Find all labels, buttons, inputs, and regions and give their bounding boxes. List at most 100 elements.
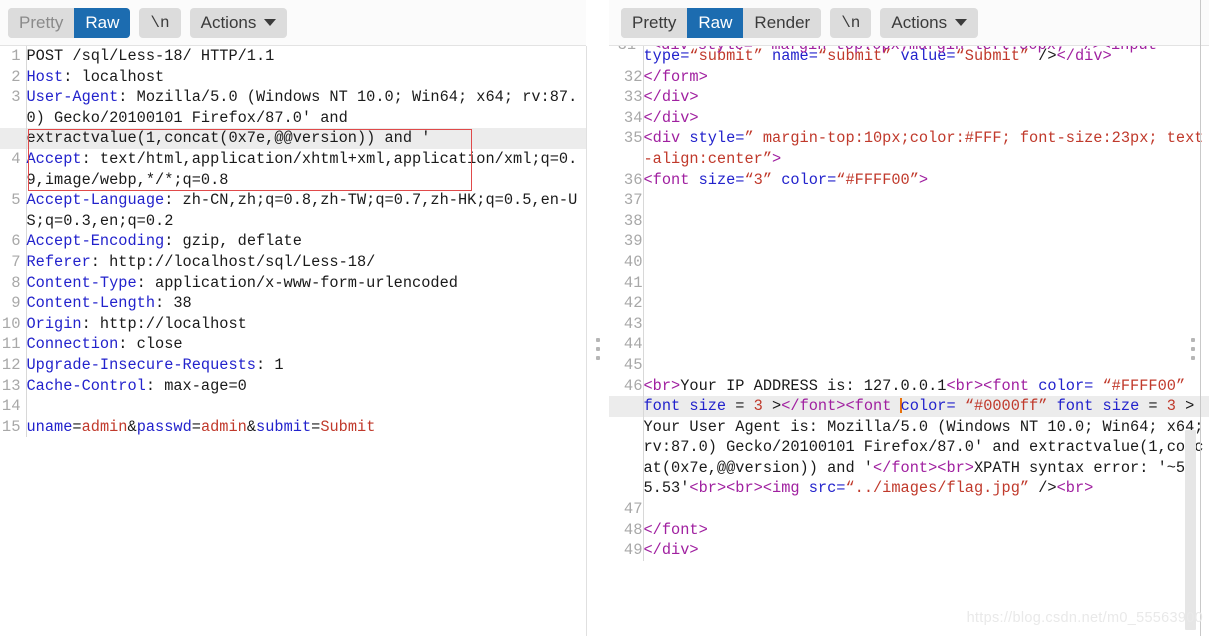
code-line-content[interactable] [643, 273, 1209, 294]
code-line[interactable]: 11 Connection: close [0, 334, 586, 355]
code-line-content[interactable] [643, 334, 1209, 355]
code-line-content[interactable] [643, 293, 1209, 314]
code-line-content[interactable]: </form> [643, 67, 1209, 88]
code-token: passwd [136, 417, 192, 436]
code-token: “#FFFF00” [836, 170, 919, 189]
code-line-content[interactable]: Host: localhost [26, 67, 586, 88]
code-line[interactable]: 35 <div style=” margin-top:10px;color:#FF… [609, 128, 1209, 170]
code-line-content[interactable]: <div style=” margin-top:10px;color:#FFF;… [643, 128, 1209, 169]
code-line-content[interactable]: Accept-Language: zh-CN,zh;q=0.8,zh-TW;q=… [26, 190, 586, 231]
code-line[interactable]: 48 </font> [609, 519, 1209, 541]
request-line-number: 13 [0, 375, 27, 397]
code-line[interactable]: 47 [609, 499, 1209, 520]
code-line[interactable]: 40 [609, 251, 1209, 273]
code-line[interactable]: 42 [609, 293, 1209, 314]
code-line-content[interactable]: Upgrade-Insecure-Requests: 1 [26, 355, 586, 376]
code-line-content[interactable] [643, 252, 1209, 273]
code-line-content[interactable] [643, 190, 1209, 211]
response-tab-pretty[interactable]: Pretty [621, 7, 688, 38]
code-line-content[interactable] [26, 396, 586, 417]
code-line-content[interactable]: </div> [643, 540, 1209, 561]
code-line-content[interactable]: <br>Your IP ADDRESS is: 127.0.0.1<br><fo… [643, 376, 1209, 397]
code-line-content[interactable]: Your User Agent is: Mozilla/5.0 (Windows… [643, 417, 1209, 499]
code-line-content[interactable]: Content-Type: application/x-www-form-url… [26, 273, 586, 294]
code-line[interactable]: 13 Cache-Control: max-age=0 [0, 375, 586, 397]
code-line[interactable]: 8 Content-Type: application/x-www-form-ur… [0, 272, 586, 294]
code-line-content[interactable] [643, 314, 1209, 335]
response-newline-button[interactable]: \n [830, 7, 872, 38]
code-line[interactable]: font size = 3 ></font><font color= “#000… [609, 396, 1209, 417]
code-line-content[interactable]: Connection: close [26, 334, 586, 355]
code-line[interactable]: 1 POST /sql/Less-18/ HTTP/1.1 [0, 46, 586, 67]
code-line-content[interactable]: <font size=“3” color=“#FFFF00”> [643, 170, 1209, 191]
request-line-number: 1 [0, 46, 27, 67]
code-line-content[interactable]: uname=admin&passwd=admin&submit=Submit [26, 417, 586, 438]
code-line-content[interactable]: </div> [643, 108, 1209, 129]
code-line[interactable]: 5 Accept-Language: zh-CN,zh;q=0.8,zh-TW;q… [0, 190, 586, 232]
code-line-content[interactable]: Origin: http://localhost [26, 314, 586, 335]
response-toolbar: Pretty Raw Render \n Actions [609, 0, 1209, 46]
code-token: Accept-Language [26, 191, 165, 210]
request-tab-raw[interactable]: Raw [74, 7, 131, 38]
code-line-content[interactable] [643, 355, 1209, 376]
code-line-content[interactable] [643, 499, 1209, 520]
code-line-content[interactable] [643, 211, 1209, 232]
code-token: “#0000ff” [955, 397, 1048, 416]
code-line[interactable]: 15 uname=admin&passwd=admin&submit=Submit [0, 416, 586, 438]
request-tab-pretty[interactable]: Pretty [8, 7, 75, 38]
code-line[interactable]: 34 </div> [609, 107, 1209, 129]
code-line[interactable]: extractvalue(1,concat(0x7e,@@version)) a… [0, 128, 586, 149]
code-line[interactable]: 37 [609, 190, 1209, 211]
code-line-content[interactable]: Accept-Encoding: gzip, deflate [26, 231, 586, 252]
response-tab-raw[interactable]: Raw [687, 7, 744, 38]
code-line-content[interactable]: extractvalue(1,concat(0x7e,@@version)) a… [26, 128, 586, 149]
code-line-content[interactable]: Referer: http://localhost/sql/Less-18/ [26, 252, 586, 273]
right-edge-drag-handle[interactable] [1190, 338, 1196, 360]
response-panel: Pretty Raw Render \n Actions 31 <div styl… [609, 0, 1209, 636]
code-line[interactable]: 44 [609, 334, 1209, 355]
splitter-drag-handle[interactable] [595, 338, 601, 360]
code-token: Upgrade-Insecure-Requests [26, 355, 257, 374]
code-line[interactable]: 2 Host: localhost [0, 66, 586, 88]
request-editor[interactable]: 1 POST /sql/Less-18/ HTTP/1.1 2 Host: local… [0, 46, 586, 636]
code-token: POST /sql/Less-18/ HTTP/1.1 [26, 47, 275, 65]
code-line[interactable]: 12 Upgrade-Insecure-Requests: 1 [0, 354, 586, 376]
code-line-content[interactable]: Cache-Control: max-age=0 [26, 376, 586, 397]
request-newline-button[interactable]: \n [139, 7, 181, 38]
code-line[interactable]: 41 [609, 272, 1209, 294]
panel-splitter[interactable] [586, 0, 609, 636]
request-actions-button[interactable]: Actions [189, 7, 288, 38]
response-tab-render[interactable]: Render [743, 7, 822, 38]
code-line[interactable]: 43 [609, 313, 1209, 335]
code-line[interactable]: 49 </div> [609, 540, 1209, 561]
response-actions-button[interactable]: Actions [880, 7, 979, 38]
code-token: > [918, 170, 929, 189]
code-line[interactable]: 32 </form> [609, 66, 1209, 88]
code-line-content[interactable]: font size = 3 ></font><font color= “#000… [643, 396, 1209, 417]
code-line[interactable]: 39 [609, 231, 1209, 252]
code-line[interactable]: 9 Content-Length: 38 [0, 293, 586, 314]
code-line[interactable]: 36 <font size=“3” color=“#FFFF00”> [609, 169, 1209, 191]
response-editor[interactable]: type=“submit” name=“submit” value=“Submi… [609, 46, 1209, 636]
code-line[interactable]: 14 [0, 396, 586, 417]
code-line-content[interactable]: POST /sql/Less-18/ HTTP/1.1 [26, 46, 586, 67]
code-line[interactable]: Your User Agent is: Mozilla/5.0 (Windows… [609, 416, 1209, 500]
code-line-content[interactable] [643, 231, 1209, 252]
code-line[interactable]: 38 [609, 210, 1209, 232]
code-line-content[interactable]: Accept: text/html,application/xhtml+xml,… [26, 149, 586, 190]
code-line[interactable]: 45 [609, 354, 1209, 376]
code-line-content[interactable]: Content-Length: 38 [26, 293, 586, 314]
code-line-content[interactable]: </div> [643, 87, 1209, 108]
code-line[interactable]: 33 </div> [609, 87, 1209, 108]
code-line-content[interactable]: User-Agent: Mozilla/5.0 (Windows NT 10.0… [26, 87, 586, 128]
code-line[interactable]: 4 Accept: text/html,application/xhtml+xml… [0, 148, 586, 191]
code-line[interactable]: 7 Referer: http://localhost/sql/Less-18/ [0, 251, 586, 273]
code-line[interactable]: 46 <br>Your IP ADDRESS is: 127.0.0.1<br><… [609, 375, 1209, 397]
code-line[interactable]: 3 User-Agent: Mozilla/5.0 (Windows NT 10.… [0, 87, 586, 129]
response-vertical-scrollbar[interactable] [1185, 430, 1196, 630]
drag-dot [1191, 338, 1195, 342]
code-line[interactable]: 6 Accept-Encoding: gzip, deflate [0, 231, 586, 252]
code-line[interactable]: 10 Origin: http://localhost [0, 313, 586, 335]
code-line-content[interactable]: </font> [643, 520, 1209, 541]
code-token: Your IP ADDRESS is: 127.0.0.1 [680, 376, 947, 395]
